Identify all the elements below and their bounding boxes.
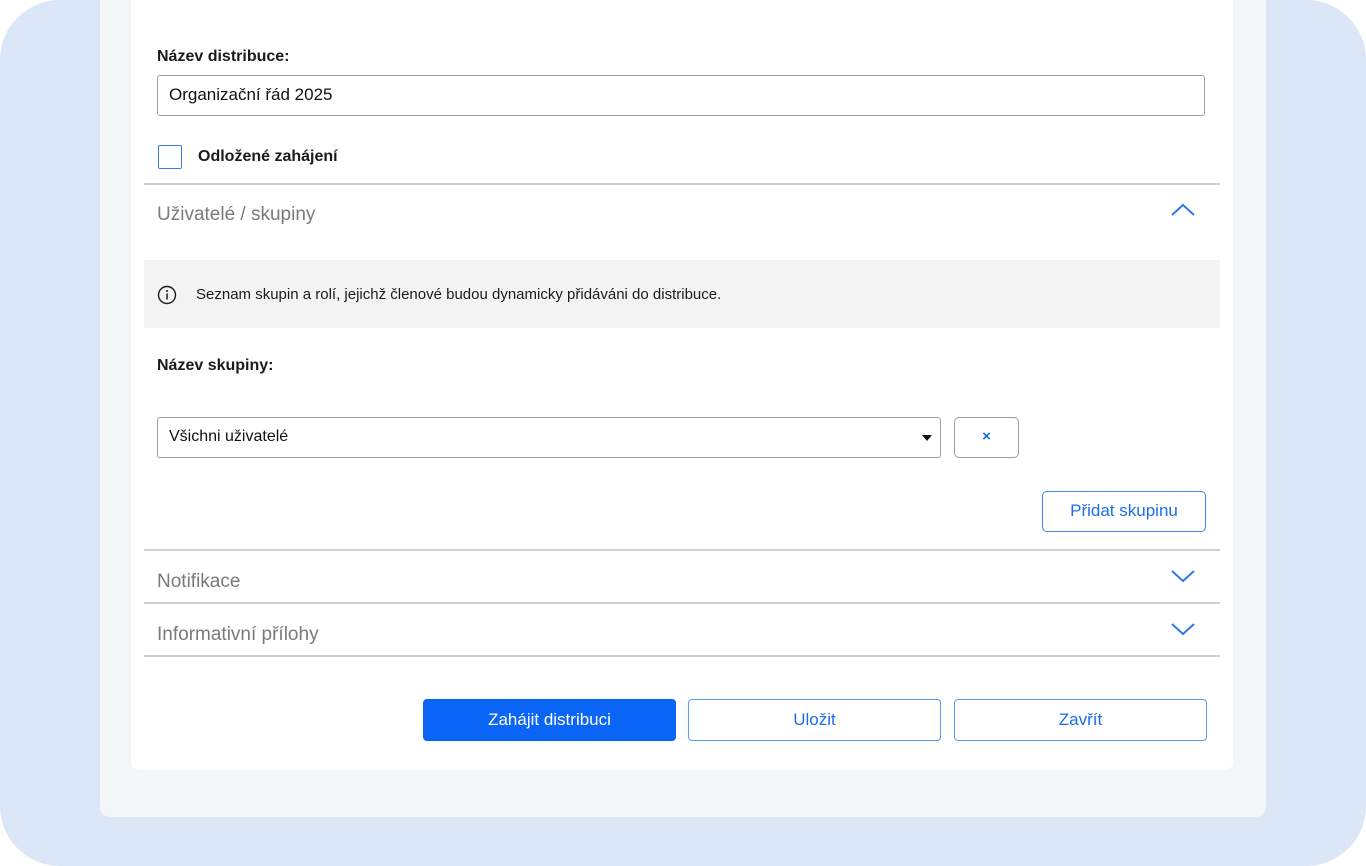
start-distribution-button[interactable]: Zahájit distribuci bbox=[423, 699, 676, 741]
chevron-down-icon[interactable] bbox=[1170, 621, 1196, 637]
group-name-label: Název skupiny: bbox=[157, 357, 274, 374]
notifications-section-header[interactable]: Notifikace bbox=[157, 571, 240, 593]
close-button[interactable]: Zavřít bbox=[954, 699, 1207, 741]
info-icon bbox=[157, 285, 177, 305]
remove-group-button[interactable]: × bbox=[954, 417, 1019, 458]
delayed-start-checkbox[interactable] bbox=[158, 145, 182, 169]
chevron-down-icon[interactable] bbox=[1170, 568, 1196, 584]
section-divider bbox=[144, 602, 1220, 604]
attachments-section-header[interactable]: Informativní přílohy bbox=[157, 624, 319, 646]
section-divider bbox=[144, 655, 1220, 657]
info-message-text: Seznam skupin a rolí, jejichž členové bu… bbox=[196, 286, 722, 303]
users-groups-section-header[interactable]: Uživatelé / skupiny bbox=[157, 204, 315, 226]
distribution-name-label: Název distribuce: bbox=[157, 48, 290, 65]
chevron-up-icon[interactable] bbox=[1170, 202, 1196, 218]
section-divider bbox=[144, 183, 1220, 185]
add-group-button[interactable]: Přidat skupinu bbox=[1042, 491, 1206, 532]
save-button[interactable]: Uložit bbox=[688, 699, 941, 741]
distribution-name-input[interactable]: Organizační řád 2025 bbox=[157, 75, 1205, 116]
delayed-start-label[interactable]: Odložené zahájení bbox=[198, 148, 338, 166]
caret-down-icon[interactable] bbox=[922, 435, 932, 441]
group-select-value[interactable]: Všichni uživatelé bbox=[169, 428, 288, 446]
section-divider bbox=[144, 549, 1220, 551]
